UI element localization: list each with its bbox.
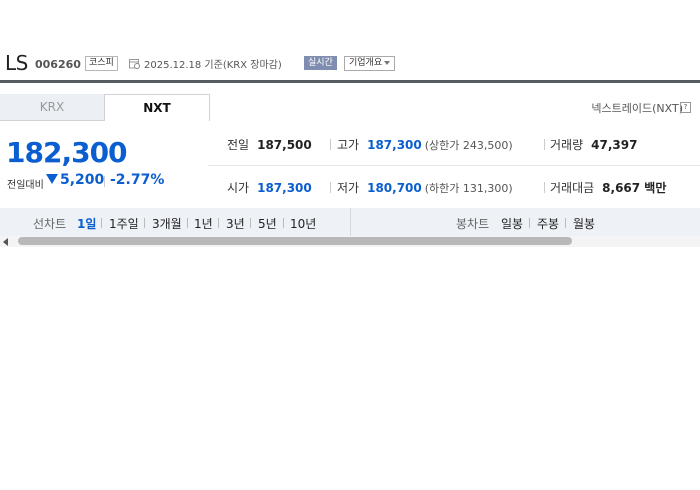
nxt-info-link[interactable]: 넥스트레이드(NXT): [591, 100, 683, 116]
chevron-down-icon: [384, 60, 391, 65]
divider: [218, 218, 219, 228]
scrollbar-thumb[interactable]: [18, 237, 572, 245]
calendar-icon: [129, 59, 140, 69]
stock-code: 006260: [35, 58, 81, 71]
price-summary: KRX NXT 넥스트레이드(NXT) ? 182,300 전일대비 5,200…: [0, 83, 700, 209]
change-value: 5,200: [46, 172, 104, 188]
help-icon[interactable]: ?: [680, 102, 691, 113]
divider: [544, 139, 545, 150]
scroll-left-arrow-icon[interactable]: [3, 238, 8, 246]
period-3m[interactable]: 3개월: [152, 215, 182, 232]
divider: [144, 218, 145, 228]
divider: [529, 218, 530, 228]
period-5y[interactable]: 5년: [258, 215, 277, 232]
horizontal-scrollbar[interactable]: [0, 236, 700, 247]
period-weekly[interactable]: 주봉: [537, 215, 559, 232]
line-chart-label: 선차트: [33, 217, 67, 231]
market-badge: 코스피: [85, 56, 118, 71]
change-label: 전일대비: [7, 180, 44, 191]
chart-toolbar: 선차트 1일 1주일 3개월 1년 3년 5년 10년 봉차트 일봉 주봉 월봉: [0, 208, 700, 237]
divider: [250, 218, 251, 228]
change-percent: -2.77%: [110, 172, 165, 188]
period-1y[interactable]: 1년: [194, 215, 213, 232]
realtime-badge[interactable]: 실시간: [304, 56, 337, 70]
down-arrow-icon: [46, 174, 58, 184]
divider: [544, 182, 545, 193]
period-1w[interactable]: 1주일: [109, 215, 139, 232]
stock-name: LS: [5, 51, 28, 75]
stat-open: 시가 187,300: [227, 181, 312, 195]
stat-prev: 전일 187,500: [227, 138, 312, 152]
company-info-button[interactable]: 기업개요: [344, 56, 396, 71]
period-daily[interactable]: 일봉: [501, 215, 523, 232]
divider: [283, 218, 284, 228]
stat-volume: 거래량 47,397: [550, 138, 638, 152]
divider: [101, 218, 102, 228]
base-date: 2025.12.18 기준(KRX 장마감): [144, 60, 282, 71]
tab-krx[interactable]: KRX: [0, 94, 104, 121]
tab-nxt[interactable]: NXT: [104, 94, 210, 121]
current-price: 182,300: [6, 136, 128, 169]
stock-header: LS 006260 코스피 2025.12.18 기준(KRX 장마감) 실시간…: [0, 50, 700, 81]
divider: [104, 176, 105, 187]
divider: [187, 218, 188, 228]
stat-high: 고가 187,300 (상한가 243,500): [337, 138, 513, 152]
candle-chart-label: 봉차트: [456, 217, 490, 231]
divider: [565, 218, 566, 228]
period-monthly[interactable]: 월봉: [573, 215, 595, 232]
stat-low: 저가 180,700 (하한가 131,300): [337, 181, 513, 195]
divider: [330, 139, 331, 150]
toolbar-divider: [350, 208, 351, 236]
divider: [330, 182, 331, 193]
stats-grid: 전일 187,500 고가 187,300 (상한가 243,500) 거래량 47,3…: [208, 121, 700, 208]
stat-amount: 거래대금 8,667 백만: [550, 181, 667, 195]
period-10y[interactable]: 10년: [290, 215, 316, 232]
period-3y[interactable]: 3년: [226, 215, 245, 232]
row-divider: [208, 165, 700, 166]
period-1d[interactable]: 1일: [77, 215, 96, 232]
